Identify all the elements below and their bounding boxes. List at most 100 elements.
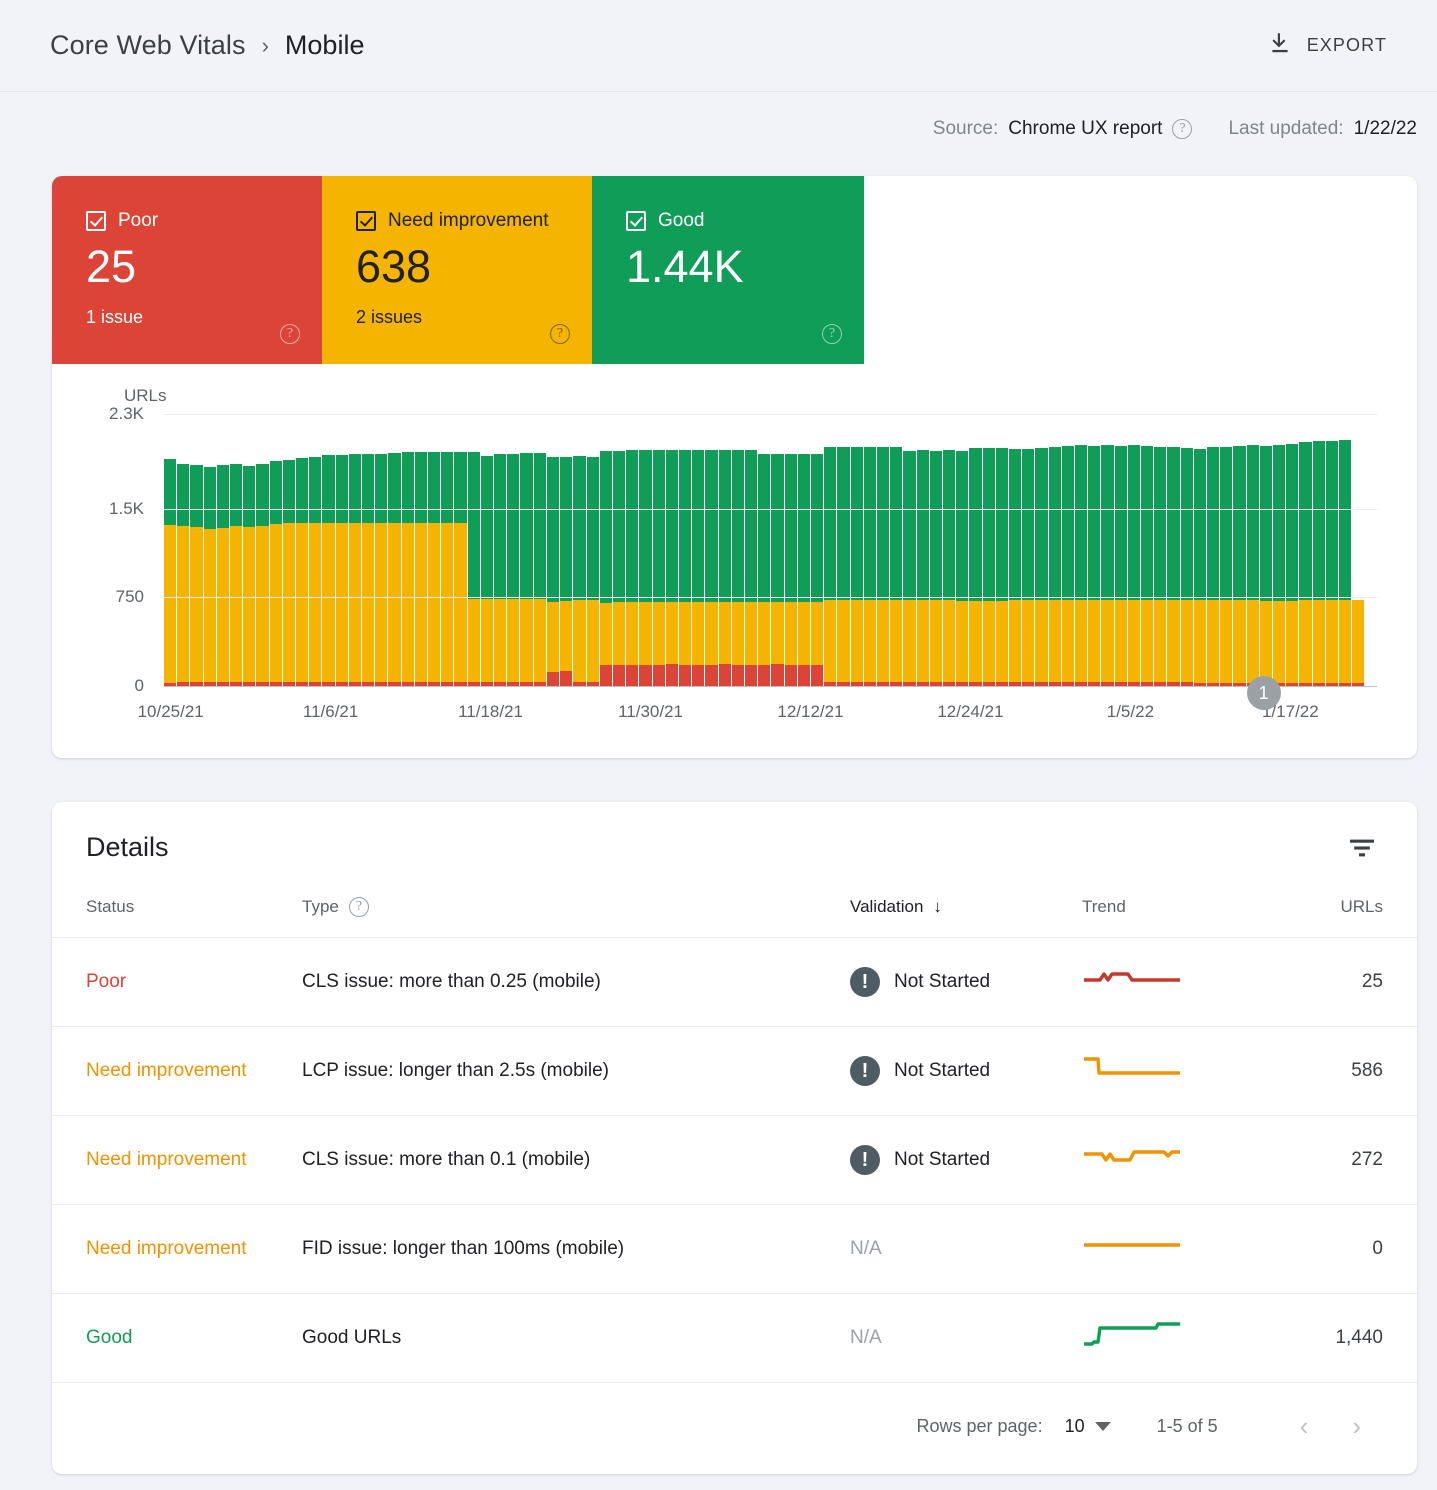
chart-bar[interactable]: [270, 461, 282, 686]
chart-bar[interactable]: [613, 451, 625, 686]
chart-bar[interactable]: [771, 454, 783, 686]
chart-bar[interactable]: [204, 467, 216, 686]
chart-bar[interactable]: [402, 452, 414, 686]
chart-bar[interactable]: [811, 454, 823, 686]
column-header-trend[interactable]: Trend: [1082, 863, 1262, 938]
chart-bar[interactable]: [1141, 446, 1153, 686]
chart-bar[interactable]: [798, 454, 810, 686]
chart-bar[interactable]: [1247, 445, 1259, 686]
status-tile-good-help-icon[interactable]: ?: [822, 324, 842, 344]
chart-bar[interactable]: [1167, 447, 1179, 686]
chart-bar[interactable]: [903, 451, 915, 686]
chart-bar[interactable]: [520, 453, 532, 686]
status-tile-need-improvement[interactable]: Need improvement 638 2 issues ?: [322, 176, 592, 364]
chart-bar[interactable]: [283, 460, 295, 686]
chart-bar[interactable]: [1009, 449, 1021, 686]
chart-bar[interactable]: [943, 450, 955, 686]
chart-bar[interactable]: [349, 454, 361, 686]
chart-bar[interactable]: [468, 452, 480, 686]
chart-bar[interactable]: [626, 450, 638, 686]
chart-bar[interactable]: [322, 455, 334, 686]
chart-bar[interactable]: [1101, 445, 1113, 686]
row-status[interactable]: Poor: [52, 938, 302, 1027]
chart-bar[interactable]: [507, 454, 519, 686]
chart-bar[interactable]: [824, 447, 836, 686]
table-row[interactable]: Need improvementCLS issue: more than 0.1…: [52, 1116, 1417, 1205]
chart-bar[interactable]: [969, 448, 981, 686]
chart-bar[interactable]: [1273, 445, 1285, 686]
chart-bar[interactable]: [190, 465, 202, 686]
next-page-button[interactable]: ›: [1330, 1411, 1383, 1442]
chart-bar[interactable]: [1154, 447, 1166, 686]
chart-bar[interactable]: [864, 447, 876, 686]
chart-bar[interactable]: [573, 456, 585, 686]
chart-bar[interactable]: [560, 457, 572, 686]
chart-bar[interactable]: [217, 465, 229, 686]
chart-bar[interactable]: [1088, 446, 1100, 686]
checkbox-poor[interactable]: [86, 211, 106, 231]
status-tile-poor[interactable]: Poor 25 1 issue ?: [52, 176, 322, 364]
chart-bar[interactable]: [851, 447, 863, 686]
chart-bar[interactable]: [1220, 447, 1232, 686]
chart-bar[interactable]: [758, 454, 770, 686]
row-status[interactable]: Good: [52, 1294, 302, 1383]
chevron-down-icon[interactable]: [1095, 1422, 1111, 1431]
chart-bar[interactable]: [877, 447, 889, 686]
chart-bar[interactable]: [956, 451, 968, 686]
chart-bar[interactable]: [917, 450, 929, 686]
breadcrumb-core-web-vitals[interactable]: Core Web Vitals: [50, 30, 246, 61]
chart-bar[interactable]: [296, 458, 308, 686]
chart-bar[interactable]: [1194, 449, 1206, 686]
column-header-status[interactable]: Status: [52, 863, 302, 938]
chart-bar[interactable]: [837, 447, 849, 686]
chart-bar[interactable]: [930, 451, 942, 686]
chart-bar[interactable]: [1313, 441, 1325, 686]
row-status[interactable]: Need improvement: [52, 1116, 302, 1205]
chart-bar[interactable]: [666, 450, 678, 686]
chart-bar[interactable]: [785, 454, 797, 686]
chart-bar[interactable]: [679, 450, 691, 686]
chart-bar[interactable]: [1233, 446, 1245, 686]
chart-bar[interactable]: [600, 451, 612, 686]
source-help-icon[interactable]: ?: [1172, 119, 1192, 139]
chart-bar[interactable]: [481, 456, 493, 686]
chart-bar[interactable]: [164, 459, 176, 686]
chart-bar[interactable]: [375, 454, 387, 686]
chart-bar[interactable]: [732, 450, 744, 687]
chart-bar[interactable]: [494, 454, 506, 686]
status-tile-need-improvement-help-icon[interactable]: ?: [550, 324, 570, 344]
chart-bar[interactable]: [692, 450, 704, 686]
chart-bar[interactable]: [428, 452, 440, 686]
chart-bar[interactable]: [1260, 446, 1272, 686]
table-row[interactable]: PoorCLS issue: more than 0.25 (mobile)!N…: [52, 938, 1417, 1027]
row-status[interactable]: Need improvement: [52, 1027, 302, 1116]
status-tile-poor-help-icon[interactable]: ?: [280, 324, 300, 344]
status-tile-good[interactable]: Good 1.44K ?: [592, 176, 864, 364]
chart-bar[interactable]: [745, 450, 757, 686]
chart-bar[interactable]: [415, 452, 427, 686]
row-status[interactable]: Need improvement: [52, 1205, 302, 1294]
chart-bar[interactable]: [983, 448, 995, 686]
chart-bar[interactable]: [1075, 445, 1087, 686]
column-header-type[interactable]: Type ?: [302, 863, 850, 938]
chart-bar[interactable]: [1115, 446, 1127, 686]
chart-bar[interactable]: [454, 452, 466, 686]
chart-bar[interactable]: [705, 450, 717, 686]
checkbox-need-improvement[interactable]: [356, 211, 376, 231]
chart-bar[interactable]: [1299, 442, 1311, 686]
chart-bar[interactable]: [1352, 600, 1364, 686]
chart-bar[interactable]: [534, 453, 546, 686]
chart-bar[interactable]: [587, 457, 599, 686]
rows-per-page-value[interactable]: 10: [1065, 1416, 1085, 1437]
chart-bar[interactable]: [719, 450, 731, 686]
table-row[interactable]: Need improvementFID issue: longer than 1…: [52, 1205, 1417, 1294]
chart-bar[interactable]: [1181, 448, 1193, 686]
chart-annotation-marker[interactable]: 1: [1247, 676, 1281, 710]
chart-bar[interactable]: [1049, 447, 1061, 686]
chart-bar[interactable]: [996, 448, 1008, 686]
chart-bar[interactable]: [309, 457, 321, 686]
chart-bar[interactable]: [441, 452, 453, 686]
chart-bar[interactable]: [890, 447, 902, 686]
chart-bar[interactable]: [388, 453, 400, 686]
chart-bar[interactable]: [547, 457, 559, 686]
